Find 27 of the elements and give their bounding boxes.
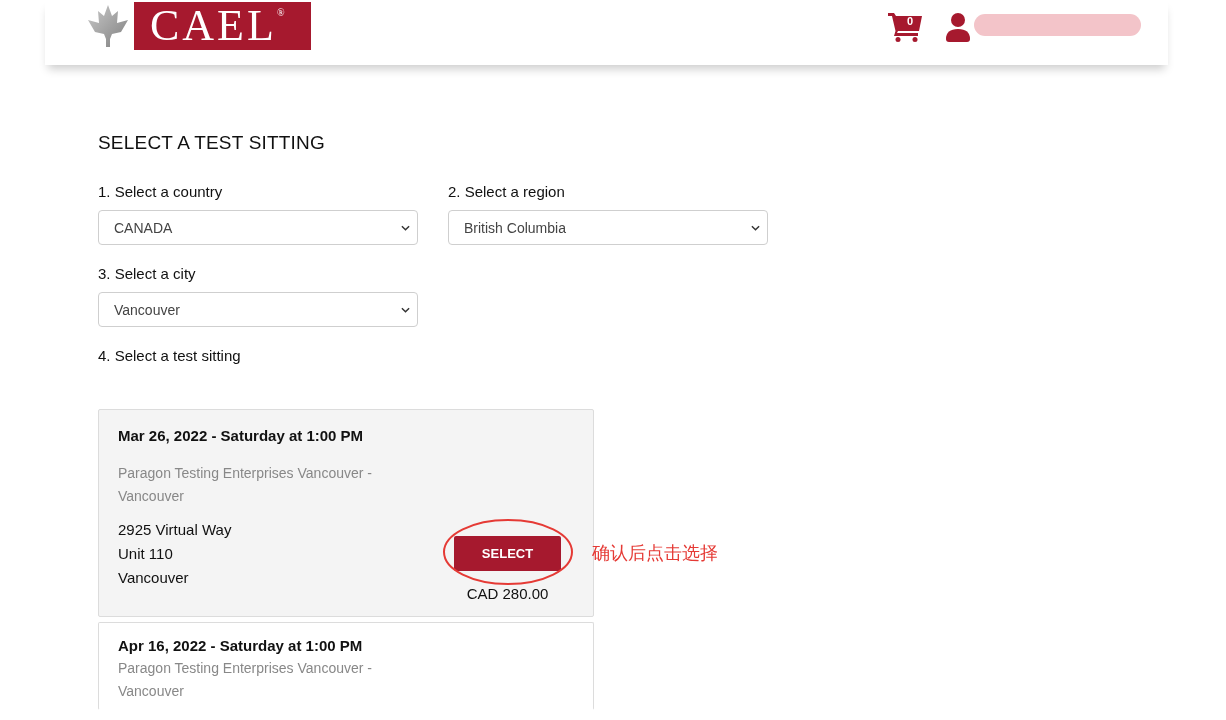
sitting-date: Apr 16, 2022 - Saturday at 1:00 PM xyxy=(118,636,363,656)
sitting-date: Mar 26, 2022 - Saturday at 1:00 PM xyxy=(118,426,364,446)
address-line: 2925 Virtual Way xyxy=(118,520,232,540)
venue-name: Paragon Testing Enterprises Vancouver - Vancouver xyxy=(118,659,373,701)
cart-icon[interactable] xyxy=(888,12,922,42)
page-heading: SELECT A TEST SITTING xyxy=(98,131,325,155)
user-icon[interactable] xyxy=(946,13,970,42)
dropdown-field[interactable]: CANADA xyxy=(98,210,418,245)
venue-name: Paragon Testing Enterprises Vancouver - Vancouver xyxy=(118,464,373,506)
address-line: Vancouver xyxy=(118,568,189,588)
chevron-icon xyxy=(401,224,410,231)
dropdown-field[interactable]: British Columbia xyxy=(448,210,768,245)
chevron-icon xyxy=(751,224,760,231)
field-label: 1. Select a country xyxy=(98,183,223,201)
address-line: Unit 110 xyxy=(118,544,173,564)
annotation-text: 确认后点击选择 xyxy=(592,542,718,564)
maple-leaf-icon xyxy=(88,5,128,47)
select-button[interactable]: SELECT xyxy=(454,536,561,571)
cart-count: 0 xyxy=(905,15,915,28)
field-label: 3. Select a city xyxy=(98,265,196,283)
logo[interactable]: CAEL$^{®}$ xyxy=(134,2,311,50)
price-text: CAD 280.00 xyxy=(466,585,549,603)
field-label: 4. Select a test sitting xyxy=(98,347,241,365)
chevron-icon xyxy=(401,306,410,313)
field-label: 2. Select a region xyxy=(448,183,565,201)
dropdown-field[interactable]: Vancouver xyxy=(98,292,418,327)
sitting-card[interactable]: Apr 16, 2022 - Saturday at 1:00 PM Paragon Testing Enterprises Vancouver - Vancouver xyxy=(98,622,594,710)
